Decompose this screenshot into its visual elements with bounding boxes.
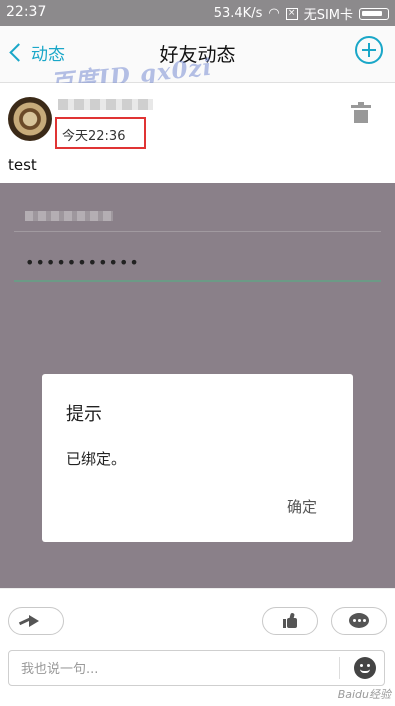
bubble-dot [358, 619, 361, 622]
footer-watermark: Baidu经验 [337, 688, 391, 701]
comment-input[interactable] [19, 657, 323, 681]
avatar[interactable] [8, 97, 52, 141]
wifi-icon: ◠ [268, 6, 280, 21]
status-time: 22:37 [6, 4, 47, 20]
blurred-account-field [25, 211, 113, 221]
comment-bar: Baidu经验 [0, 638, 395, 706]
trash-body [354, 110, 368, 123]
bubble-dot [353, 619, 356, 622]
password-field: ••••••••••• [25, 253, 140, 272]
share-icon [29, 615, 39, 627]
input-divider [339, 657, 340, 679]
post-actions-bar [0, 588, 395, 639]
status-bar: 22:37 53.4K/s ◠ × 无SIM卡 [0, 0, 395, 26]
emoji-icon[interactable] [354, 657, 376, 679]
modal-overlay[interactable]: ••••••••••• 提示 已绑定。 确定 [0, 183, 395, 588]
thumbs-up-icon [283, 612, 297, 628]
share-button[interactable] [8, 607, 64, 635]
field-underline [14, 280, 381, 282]
dialog-ok-button[interactable]: 确定 [287, 496, 317, 517]
thumb-cuff [283, 619, 286, 628]
add-post-button[interactable] [355, 36, 383, 64]
sim-status: 无SIM卡 [303, 8, 353, 23]
network-speed: 53.4K/s [213, 6, 263, 21]
field-divider [14, 231, 381, 232]
post-card: 今天22:36 test [0, 83, 395, 183]
no-sim-icon: × [285, 7, 298, 20]
post-timestamp: 今天22:36 [55, 117, 146, 149]
comment-button[interactable] [331, 607, 387, 635]
alert-dialog: 提示 已绑定。 确定 [42, 374, 353, 542]
battery-icon [359, 7, 389, 20]
comment-bubble-icon [349, 613, 369, 628]
dialog-message: 已绑定。 [66, 450, 127, 468]
blurred-username [58, 99, 153, 110]
delete-post-button[interactable] [351, 102, 371, 123]
like-button[interactable] [262, 607, 318, 635]
comment-input-box [8, 650, 385, 686]
trash-lid [351, 105, 371, 108]
nav-bar: 动态 好友动态 百度ID gx0zi [0, 26, 395, 97]
status-indicators: 53.4K/s ◠ × 无SIM卡 [214, 4, 389, 23]
bubble-dot [363, 619, 366, 622]
post-text: test [8, 156, 37, 174]
dialog-title: 提示 [66, 404, 102, 425]
